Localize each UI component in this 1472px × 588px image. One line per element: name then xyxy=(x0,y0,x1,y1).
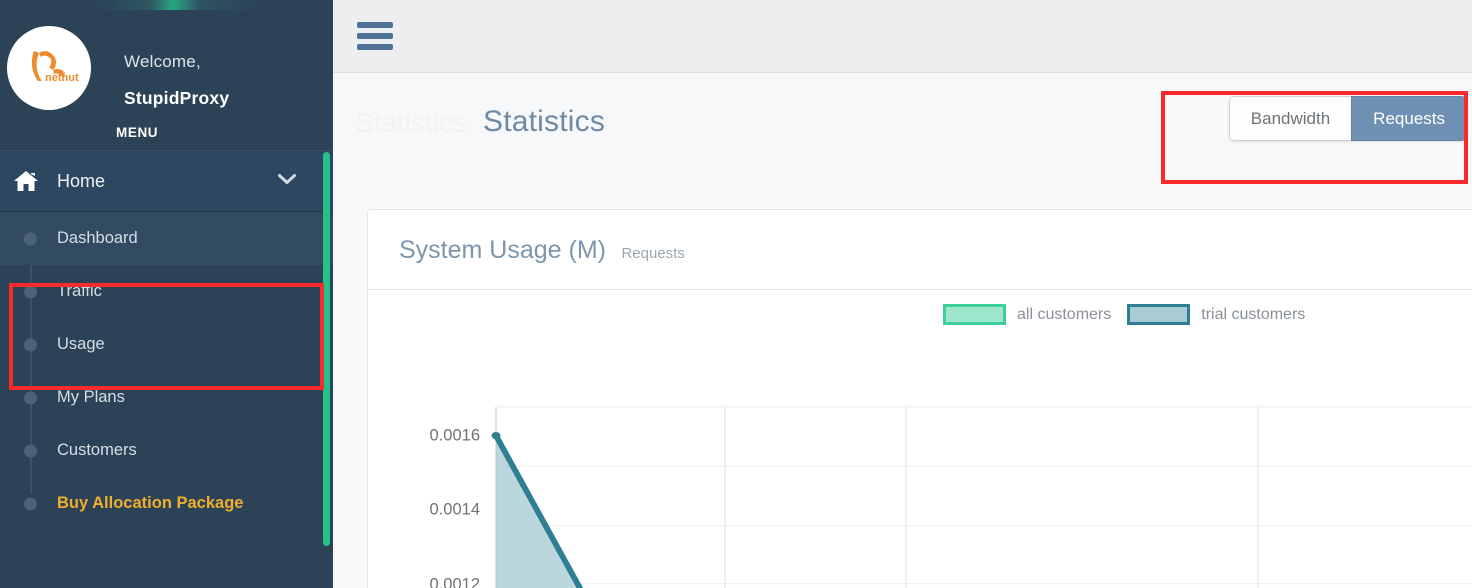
sidebar-nav: Home Dashboard Traffic Usage My Plans Cu… xyxy=(0,150,333,530)
welcome-label: Welcome, xyxy=(124,52,201,71)
sidebar-top-glow xyxy=(0,0,333,10)
nethut-logo-icon: nethut xyxy=(12,31,86,105)
sidebar-item-my-plans-label: My Plans xyxy=(57,388,125,406)
username-label: StupidProxy xyxy=(124,88,230,108)
app-root: nethut Welcome, StupidProxy MENU Home Da… xyxy=(0,0,1472,588)
bullet-icon xyxy=(24,444,37,457)
statistics-card: System Usage (M) Requests all customers … xyxy=(367,209,1472,588)
sidebar-scrollbar-thumb[interactable] xyxy=(323,152,330,546)
bullet-icon xyxy=(24,285,37,298)
tab-bandwidth[interactable]: Bandwidth xyxy=(1228,96,1352,141)
sidebar-item-usage[interactable]: Usage xyxy=(0,318,333,371)
hamburger-bar xyxy=(357,44,393,50)
sidebar-item-customers[interactable]: Customers xyxy=(0,424,333,477)
menu-section-label: MENU xyxy=(116,125,159,140)
avatar: nethut xyxy=(7,26,91,110)
svg-text:nethut: nethut xyxy=(45,72,79,84)
hamburger-icon[interactable] xyxy=(357,22,393,50)
sidebar-item-customers-label: Customers xyxy=(57,441,137,459)
chevron-down-icon[interactable] xyxy=(278,172,296,190)
chart-title: System Usage (M) xyxy=(399,236,606,264)
main-content: Statistics Statistics Bandwidth Requests… xyxy=(333,0,1472,588)
page-title-ghost: Statistics xyxy=(355,107,468,138)
home-icon xyxy=(12,170,40,193)
series-point-trial-customers xyxy=(491,432,501,440)
sidebar: nethut Welcome, StupidProxy MENU Home Da… xyxy=(0,0,333,588)
sidebar-item-my-plans[interactable]: My Plans xyxy=(0,371,333,424)
sidebar-item-usage-label: Usage xyxy=(57,335,105,353)
sidebar-item-home-label: Home xyxy=(57,170,106,191)
profile-block: nethut Welcome, StupidProxy MENU xyxy=(0,10,333,148)
card-header: System Usage (M) Requests xyxy=(368,210,1472,290)
page-title: Statistics xyxy=(483,105,606,138)
sidebar-item-dashboard[interactable]: Dashboard xyxy=(0,212,333,265)
hamburger-bar xyxy=(357,22,393,28)
sidebar-item-buy-allocation-package[interactable]: Buy Allocation Package xyxy=(0,477,333,530)
top-bar xyxy=(333,0,1472,73)
sidebar-item-traffic-label: Traffic xyxy=(57,282,102,300)
page-header: Statistics Statistics Bandwidth Requests xyxy=(333,73,1472,198)
sidebar-submenu: Dashboard Traffic Usage My Plans Custome xyxy=(0,212,333,530)
chart-plot-area xyxy=(491,406,1472,588)
chart-body: all customers trial customers 0.0016 0.0… xyxy=(368,290,1472,588)
hamburger-bar xyxy=(357,33,393,39)
bullet-icon xyxy=(24,338,37,351)
bullet-icon xyxy=(24,232,37,245)
chart-subtitle: Requests xyxy=(621,245,685,262)
bullet-icon xyxy=(24,497,37,510)
metric-toggle-group: Bandwidth Requests xyxy=(1228,96,1467,141)
sidebar-item-dashboard-label: Dashboard xyxy=(57,229,138,247)
sidebar-item-traffic[interactable]: Traffic xyxy=(0,265,333,318)
bullet-icon xyxy=(24,391,37,404)
sidebar-item-buy-allocation-package-label: Buy Allocation Package xyxy=(57,494,244,512)
tab-requests[interactable]: Requests xyxy=(1351,96,1467,141)
sidebar-item-home[interactable]: Home xyxy=(0,150,333,212)
